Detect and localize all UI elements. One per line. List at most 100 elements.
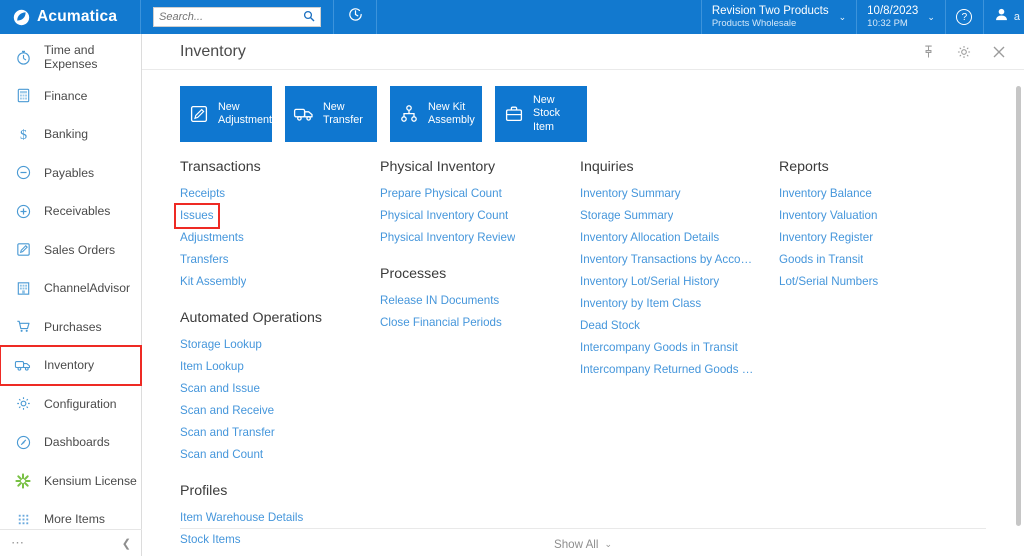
- link-lot-serial-numbers[interactable]: Lot/Serial Numbers: [779, 271, 878, 293]
- tile-new-kit-assembly[interactable]: New Kit Assembly: [390, 86, 482, 142]
- sidebar-item-label: ChannelAdvisor: [44, 281, 131, 296]
- group-title: Automated Operations: [180, 310, 322, 326]
- brand-name: Acumatica: [37, 8, 118, 25]
- sidebar-item-inventory[interactable]: Inventory: [0, 345, 142, 386]
- link-inventory-transactions-by-account[interactable]: Inventory Transactions by Account: [580, 249, 755, 271]
- search-input[interactable]: [159, 11, 303, 23]
- tile-label: New Stock Item: [533, 94, 561, 133]
- tile-new-stock-item[interactable]: New Stock Item: [495, 86, 587, 142]
- link-intercompany-goods-in-transit[interactable]: Intercompany Goods in Transit: [580, 337, 738, 359]
- link-inventory-register[interactable]: Inventory Register: [779, 227, 873, 249]
- sidebar-item-label: Payables: [44, 165, 95, 180]
- link-receipts[interactable]: Receipts: [180, 183, 225, 205]
- acumatica-logo-icon: [13, 9, 30, 26]
- shopping-cart-icon: [13, 317, 33, 337]
- sidebar-item-label: More Items: [44, 512, 105, 527]
- link-storage-summary[interactable]: Storage Summary: [580, 205, 673, 227]
- search-icon[interactable]: [303, 10, 315, 24]
- link-dead-stock[interactable]: Dead Stock: [580, 315, 640, 337]
- link-intercompany-returned-goods[interactable]: Intercompany Returned Goods i…: [580, 359, 755, 381]
- group-reports: Reports Inventory Balance Inventory Valu…: [779, 159, 969, 293]
- link-scan-and-receive[interactable]: Scan and Receive: [180, 400, 274, 422]
- sidebar-item-configuration[interactable]: Configuration: [0, 385, 141, 424]
- calculator-icon: [13, 86, 33, 106]
- link-physical-inventory-review[interactable]: Physical Inventory Review: [380, 227, 515, 249]
- link-physical-inventory-count[interactable]: Physical Inventory Count: [380, 205, 508, 227]
- sidebar-item-label: Configuration: [44, 396, 117, 411]
- sidebar-item-dashboards[interactable]: Dashboards: [0, 423, 141, 462]
- group-title: Processes: [380, 266, 447, 282]
- link-item-warehouse-details[interactable]: Item Warehouse Details: [180, 507, 303, 529]
- chevron-down-icon[interactable]: ⌄: [927, 12, 935, 23]
- user-name: a: [1013, 11, 1020, 23]
- vertical-scrollbar[interactable]: [1016, 86, 1021, 526]
- building-grid-icon: [13, 278, 33, 298]
- tile-new-adjustment[interactable]: New Adjustment: [180, 86, 272, 142]
- sidebar-item-purchases[interactable]: Purchases: [0, 308, 141, 347]
- sidebar-nav-list: Time and Expenses Finance $ Banking Paya…: [0, 34, 142, 539]
- link-inventory-balance[interactable]: Inventory Balance: [779, 183, 872, 205]
- gear-icon: [13, 394, 33, 414]
- tile-label: New Transfer: [323, 100, 363, 126]
- chevron-left-icon[interactable]: ❮: [122, 537, 131, 550]
- sidebar-item-label: Finance: [44, 88, 88, 103]
- help-button[interactable]: ?: [944, 0, 983, 34]
- link-item-lookup[interactable]: Item Lookup: [180, 356, 244, 378]
- sidebar-item-kensium-license[interactable]: Kensium License: [0, 462, 141, 501]
- tile-new-transfer[interactable]: New Transfer: [285, 86, 377, 142]
- sidebar-item-time-and-expenses[interactable]: Time and Expenses: [0, 38, 141, 77]
- link-non-stock-items[interactable]: Non-Stock Items: [180, 551, 266, 556]
- group-title: Physical Inventory: [380, 159, 496, 175]
- column-transactions: Transactions Receipts Issues Adjustments…: [174, 159, 380, 556]
- group-title: Inquiries: [580, 159, 634, 175]
- link-inventory-summary[interactable]: Inventory Summary: [580, 183, 681, 205]
- user-menu[interactable]: a: [982, 0, 1024, 34]
- column-physical-inventory: Physical Inventory Prepare Physical Coun…: [380, 159, 580, 556]
- link-scan-and-transfer[interactable]: Scan and Transfer: [180, 422, 275, 444]
- link-inventory-valuation[interactable]: Inventory Valuation: [779, 205, 877, 227]
- sidebar-item-label: Sales Orders: [44, 242, 116, 257]
- link-inventory-by-item-class[interactable]: Inventory by Item Class: [580, 293, 701, 315]
- link-adjustments[interactable]: Adjustments: [180, 227, 244, 249]
- link-transfers[interactable]: Transfers: [180, 249, 229, 271]
- brand-logo-area[interactable]: Acumatica: [0, 0, 140, 34]
- link-release-in-documents[interactable]: Release IN Documents: [380, 290, 499, 312]
- sidebar-footer: ⋯ ❮: [0, 529, 142, 556]
- link-inventory-allocation-details[interactable]: Inventory Allocation Details: [580, 227, 719, 249]
- recent-history-clock-icon: [347, 6, 364, 28]
- sidebar-item-banking[interactable]: $ Banking: [0, 115, 141, 154]
- tile-label: New Adjustment: [218, 100, 273, 126]
- gauge-icon: [13, 432, 33, 452]
- sidebar-item-payables[interactable]: Payables: [0, 154, 141, 193]
- minus-circle-icon: [13, 163, 33, 183]
- link-scan-and-issue[interactable]: Scan and Issue: [180, 378, 260, 400]
- company-selector[interactable]: Revision Two Products Products Wholesale…: [700, 0, 856, 34]
- datetime-selector[interactable]: 10/8/2023 10:32 PM ⌄: [856, 0, 945, 34]
- dollar-icon: $: [13, 124, 33, 144]
- top-bar-spacer: [377, 0, 701, 34]
- link-scan-and-count[interactable]: Scan and Count: [180, 444, 263, 466]
- search-box[interactable]: [153, 7, 321, 27]
- link-close-financial-periods[interactable]: Close Financial Periods: [380, 312, 502, 334]
- sidebar-item-receivables[interactable]: Receivables: [0, 192, 141, 231]
- content-panel: Inventory New Adjustment New Transfer Ne…: [142, 34, 1024, 556]
- pencil-square-icon: [13, 240, 33, 260]
- show-all-button[interactable]: Show All ⌄: [142, 538, 1024, 551]
- company-labels: Revision Two Products Products Wholesale: [712, 5, 829, 30]
- group-processes: Processes Release IN Documents Close Fin…: [380, 266, 580, 334]
- link-storage-lookup[interactable]: Storage Lookup: [180, 334, 262, 356]
- sidebar-item-channeladvisor[interactable]: ChannelAdvisor: [0, 269, 141, 308]
- close-icon[interactable]: [992, 45, 1006, 59]
- current-date: 10/8/2023: [867, 4, 919, 17]
- sidebar-item-sales-orders[interactable]: Sales Orders: [0, 231, 141, 270]
- link-prepare-physical-count[interactable]: Prepare Physical Count: [380, 183, 502, 205]
- chevron-down-icon[interactable]: ⌄: [839, 12, 847, 23]
- recent-history-button[interactable]: [333, 0, 377, 34]
- link-goods-in-transit[interactable]: Goods in Transit: [779, 249, 863, 271]
- link-kit-assembly[interactable]: Kit Assembly: [180, 271, 246, 293]
- link-issues[interactable]: Issues: [174, 203, 220, 229]
- link-inventory-lot-serial-history[interactable]: Inventory Lot/Serial History: [580, 271, 719, 293]
- gear-icon[interactable]: [956, 44, 972, 60]
- sidebar-item-finance[interactable]: Finance: [0, 77, 141, 116]
- pin-icon[interactable]: [921, 44, 936, 59]
